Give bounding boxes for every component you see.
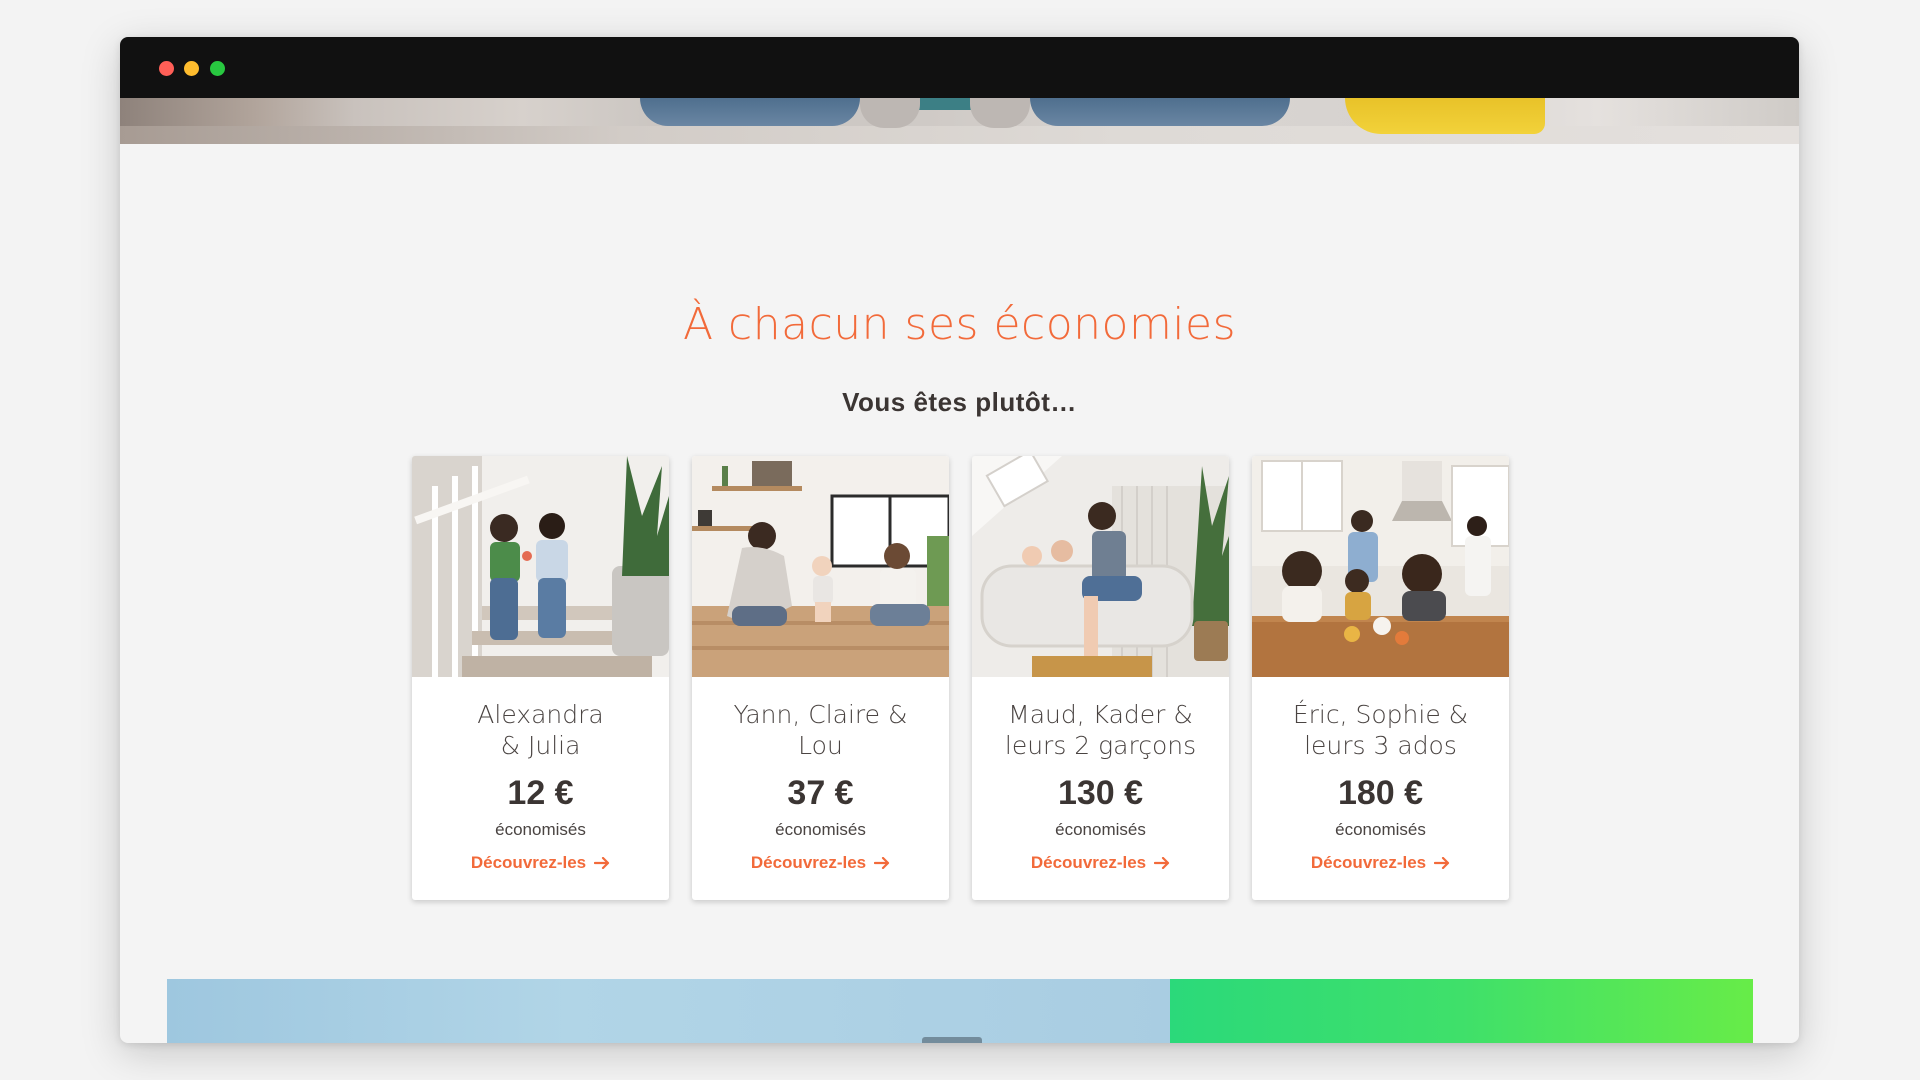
discover-link[interactable]: Découvrez-les xyxy=(1252,853,1509,873)
parents-with-toddler-photo xyxy=(692,456,949,677)
card-name: Yann, Claire & Lou xyxy=(733,700,908,760)
banner-green-panel xyxy=(1170,979,1753,1043)
profile-cards: Alexandra & Julia 12 € économisés Découv… xyxy=(412,456,1509,900)
discover-link[interactable]: Découvrez-les xyxy=(692,853,949,873)
hero-image xyxy=(120,98,1799,144)
card-note: économisés xyxy=(495,820,586,839)
card-note: économisés xyxy=(1335,820,1426,839)
arrow-right-icon xyxy=(1434,857,1450,869)
profile-card[interactable]: Yann, Claire & Lou 37 € économisés Décou… xyxy=(692,456,949,900)
card-amount: 12 € xyxy=(507,774,574,812)
section-title: À chacun ses économies xyxy=(682,299,1237,350)
browser-window: À chacun ses économies Vous êtes plutôt… xyxy=(120,37,1799,1043)
arrow-right-icon xyxy=(594,857,610,869)
card-note: économisés xyxy=(1055,820,1146,839)
father-kids-bathtub-photo xyxy=(972,456,1229,677)
bottom-banner xyxy=(167,979,1753,1043)
profile-card[interactable]: Alexandra & Julia 12 € économisés Découv… xyxy=(412,456,669,900)
discover-link[interactable]: Découvrez-les xyxy=(412,853,669,873)
discover-link[interactable]: Découvrez-les xyxy=(972,853,1229,873)
window-titlebar xyxy=(120,37,1799,98)
profile-card[interactable]: Éric, Sophie & leurs 3 ados 180 € économ… xyxy=(1252,456,1509,900)
card-amount: 130 € xyxy=(1057,774,1144,812)
profile-card[interactable]: Maud, Kader & leurs 2 garçons 130 € écon… xyxy=(972,456,1229,900)
card-amount: 180 € xyxy=(1337,774,1424,812)
two-women-on-stairs-photo xyxy=(412,456,669,677)
minimize-window-button[interactable] xyxy=(184,61,199,76)
discover-link-label: Découvrez-les xyxy=(750,853,867,872)
card-name: Maud, Kader & leurs 2 garçons xyxy=(1004,700,1197,760)
arrow-right-icon xyxy=(1154,857,1170,869)
card-name: Alexandra & Julia xyxy=(477,700,604,760)
banner-sky-image xyxy=(167,979,1170,1043)
family-kitchen-table-photo xyxy=(1252,456,1509,677)
close-window-button[interactable] xyxy=(159,61,174,76)
discover-link-label: Découvrez-les xyxy=(1030,853,1147,872)
card-name: Éric, Sophie & leurs 3 ados xyxy=(1292,700,1469,760)
discover-link-label: Découvrez-les xyxy=(1310,853,1427,872)
card-note: économisés xyxy=(775,820,866,839)
section-subtitle: Vous êtes plutôt… xyxy=(842,387,1077,417)
discover-link-label: Découvrez-les xyxy=(470,853,587,872)
arrow-right-icon xyxy=(874,857,890,869)
card-amount: 37 € xyxy=(787,774,854,812)
maximize-window-button[interactable] xyxy=(210,61,225,76)
